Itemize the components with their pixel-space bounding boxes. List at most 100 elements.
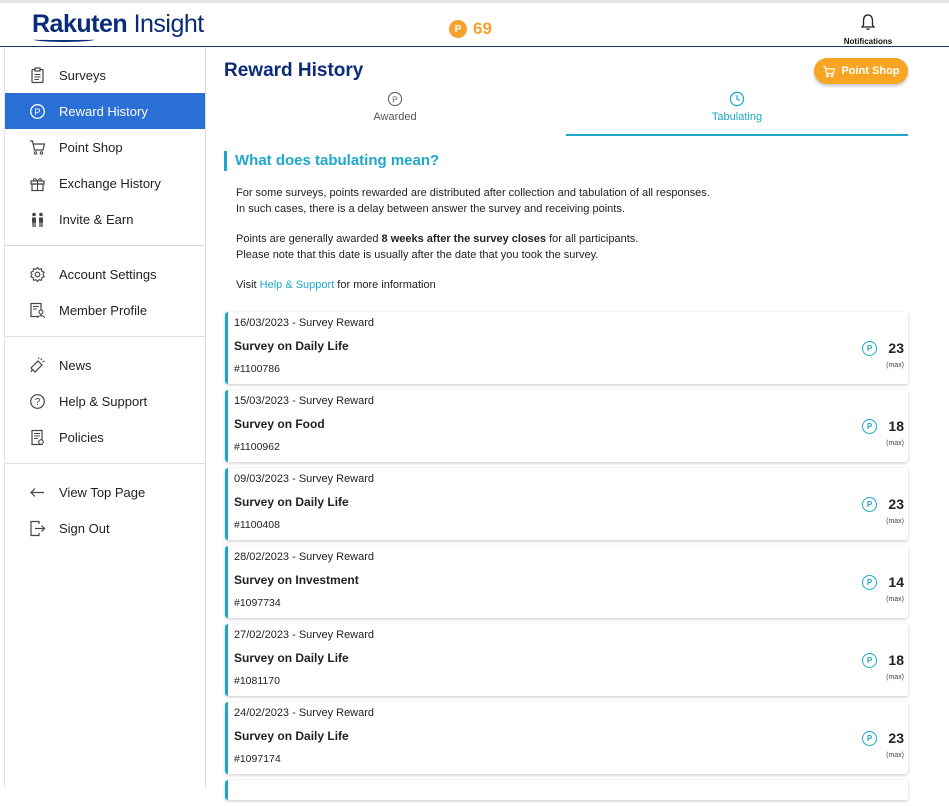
- tab-label: Tabulating: [711, 111, 763, 123]
- reward-card[interactable]: 27/02/2023 - Survey Reward Survey on Dai…: [225, 624, 908, 696]
- reward-date: 15/03/2023 - Survey Reward: [234, 395, 375, 407]
- sidebar-item-label: Account Settings: [59, 266, 157, 282]
- reward-survey-id: #1081170: [234, 675, 280, 687]
- points-icon: P: [862, 497, 877, 512]
- reward-card[interactable]: 24/02/2023 - Survey Reward Survey on Dai…: [225, 702, 908, 774]
- points-coin-icon: P: [449, 20, 467, 38]
- points-icon: P: [30, 103, 45, 119]
- reward-points: 14: [888, 574, 904, 590]
- sidebar-item-account-settings[interactable]: Account Settings: [5, 256, 205, 292]
- tab-awarded[interactable]: P Awarded: [224, 88, 566, 136]
- reward-card[interactable]: 15/03/2023 - Survey Reward Survey on Foo…: [225, 390, 908, 462]
- reward-date: 09/03/2023 - Survey Reward: [234, 473, 375, 485]
- sidebar-item-member-profile[interactable]: Member Profile: [5, 292, 205, 328]
- sign-out-icon: [30, 520, 46, 536]
- nav-group-account: Account Settings Member Profile: [5, 246, 205, 337]
- sidebar-item-point-shop[interactable]: Point Shop: [5, 129, 205, 165]
- points-icon: P: [862, 419, 877, 434]
- points-value: 69: [473, 19, 492, 38]
- reward-points: 23: [888, 340, 904, 356]
- cart-icon: [30, 139, 46, 155]
- info-line: For some surveys, points rewarded are di…: [236, 187, 710, 199]
- reward-survey-id: #1097174: [234, 753, 281, 765]
- reward-survey-id: #1100408: [234, 519, 280, 531]
- sidebar: Surveys P Reward History Point Shop Exch…: [4, 47, 206, 788]
- profile-icon: [30, 302, 46, 318]
- sidebar-item-label: Policies: [59, 429, 104, 445]
- clock-icon: [729, 91, 745, 107]
- sidebar-item-label: Member Profile: [59, 302, 148, 318]
- sidebar-item-reward-history[interactable]: P Reward History: [5, 93, 205, 129]
- notifications-button[interactable]: Notifications: [838, 13, 898, 46]
- reward-points: 23: [888, 496, 904, 512]
- reward-points: 18: [888, 418, 904, 434]
- info-title: What does tabulating mean?: [224, 151, 439, 171]
- sidebar-item-news[interactable]: News: [5, 347, 205, 383]
- logo-text: Insight: [127, 10, 205, 38]
- reward-title: Survey on Daily Life: [234, 339, 349, 353]
- reward-date: 27/02/2023 - Survey Reward: [234, 629, 375, 641]
- reward-date: 28/02/2023 - Survey Reward: [234, 551, 375, 563]
- sidebar-item-view-top-page[interactable]: View Top Page: [5, 474, 205, 510]
- page-title: Reward History: [224, 60, 364, 81]
- reward-max-label: (max): [886, 596, 904, 603]
- sidebar-item-policies[interactable]: Policies: [5, 419, 205, 455]
- info-paragraph: Visit Help & Support for more informatio…: [236, 277, 896, 293]
- reward-date: 24/02/2023 - Survey Reward: [234, 707, 375, 719]
- reward-card[interactable]: 09/03/2023 - Survey Reward Survey on Dai…: [225, 468, 908, 540]
- svg-text:P: P: [34, 107, 40, 117]
- people-icon: [32, 212, 43, 227]
- reward-max-label: (max): [886, 362, 904, 369]
- clipboard-icon: [31, 66, 44, 83]
- points-balance[interactable]: P 69: [449, 19, 492, 39]
- reward-max-label: (max): [886, 440, 904, 447]
- sidebar-item-label: Reward History: [59, 103, 148, 119]
- help-support-link[interactable]: Help & Support: [260, 279, 335, 291]
- sidebar-item-invite-earn[interactable]: Invite & Earn: [5, 201, 205, 237]
- reward-card[interactable]: 28/02/2023 - Survey Reward Survey on Inv…: [225, 546, 908, 618]
- reward-title: Survey on Daily Life: [234, 729, 349, 743]
- document-icon: [31, 429, 44, 445]
- sidebar-item-surveys[interactable]: Surveys: [5, 57, 205, 93]
- help-icon: ?: [30, 393, 45, 409]
- gift-icon: [30, 177, 45, 191]
- notifications-label: Notifications: [843, 37, 893, 46]
- reward-title: Survey on Daily Life: [234, 651, 349, 665]
- sidebar-item-exchange-history[interactable]: Exchange History: [5, 165, 205, 201]
- reward-card-partial[interactable]: [225, 780, 908, 800]
- sidebar-item-help-support[interactable]: ? Help & Support: [5, 383, 205, 419]
- reward-points: 23: [888, 730, 904, 746]
- logo-text-bold: Rakuten: [32, 10, 128, 38]
- info-line: for all participants.: [546, 233, 639, 245]
- megaphone-icon: [30, 356, 45, 373]
- reward-survey-id: #1097734: [234, 597, 281, 609]
- points-icon: P: [387, 91, 403, 107]
- sidebar-item-label: Sign Out: [59, 520, 110, 536]
- sidebar-item-label: Point Shop: [59, 139, 123, 155]
- sidebar-item-label: Exchange History: [59, 175, 161, 191]
- sidebar-item-label: Invite & Earn: [59, 211, 134, 227]
- logo-swoosh: [34, 37, 94, 42]
- top-bar: Rakuten Insight P 69 Notifications: [0, 0, 949, 47]
- reward-max-label: (max): [886, 518, 904, 525]
- nav-group-info: News ? Help & Support Policies: [5, 337, 205, 464]
- reward-title: Survey on Investment: [234, 573, 359, 587]
- reward-card[interactable]: 16/03/2023 - Survey Reward Survey on Dai…: [225, 312, 908, 384]
- point-shop-button-label: Point Shop: [841, 65, 900, 77]
- gear-icon: [30, 266, 45, 282]
- info-text: For some surveys, points rewarded are di…: [236, 185, 896, 307]
- reward-max-label: (max): [886, 674, 904, 681]
- points-icon: P: [862, 341, 877, 356]
- svg-text:P: P: [392, 94, 398, 104]
- info-bold: 8 weeks after the survey closes: [381, 233, 547, 245]
- main-content: Reward History Point Shop P Awarded Tabu…: [207, 47, 949, 800]
- nav-group-main: Surveys P Reward History Point Shop Exch…: [5, 47, 205, 246]
- nav-group-exit: View Top Page Sign Out: [5, 464, 205, 554]
- rakuten-insight-logo[interactable]: Rakuten Insight: [32, 10, 205, 42]
- tab-tabulating[interactable]: Tabulating: [566, 88, 908, 136]
- tabs: P Awarded Tabulating: [224, 88, 908, 136]
- arrow-left-icon: [30, 487, 44, 497]
- info-line: Please note that this date is usually af…: [236, 249, 599, 261]
- point-shop-button[interactable]: Point Shop: [814, 58, 908, 84]
- sidebar-item-sign-out[interactable]: Sign Out: [5, 510, 205, 546]
